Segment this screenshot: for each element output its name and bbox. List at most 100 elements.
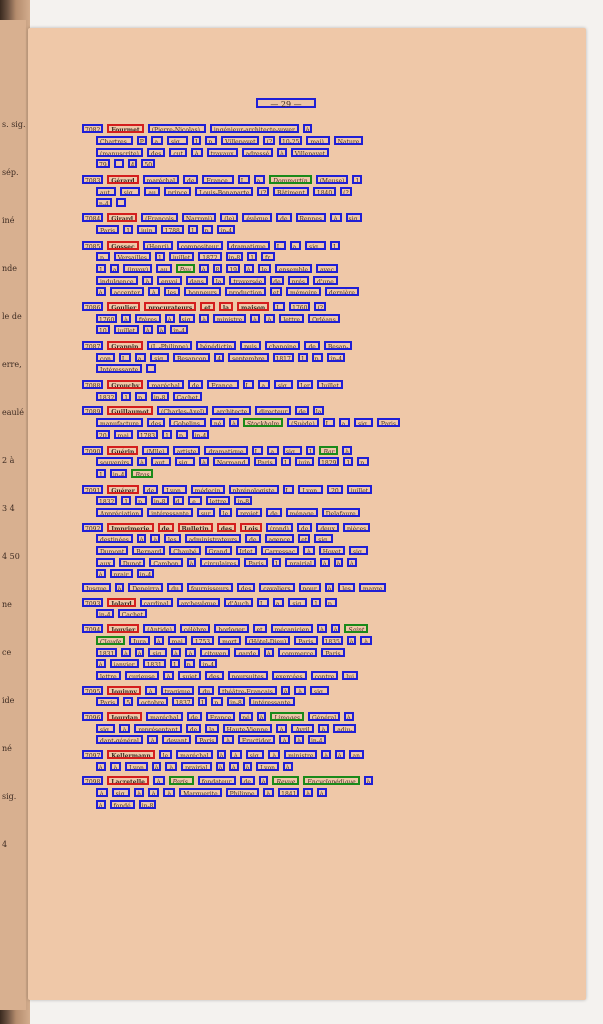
number-box: à xyxy=(242,761,253,771)
word-box: Villepayet xyxy=(221,136,260,146)
facing-page-fragment: ce xyxy=(2,648,12,657)
number-box: 5 xyxy=(123,697,134,707)
number-box: 1 xyxy=(187,224,198,234)
word-box: septembre xyxy=(228,352,269,362)
number-box: à xyxy=(256,711,267,721)
entry-line: à prair in-4 xyxy=(82,568,488,580)
number-box: in-4 xyxy=(191,429,210,439)
number-box: 1 xyxy=(96,263,106,273)
word-box: (Henri) xyxy=(142,240,173,250)
word-box: Bâtiment xyxy=(273,186,309,196)
word-box: mort xyxy=(218,635,241,645)
word-box: cavaliers xyxy=(259,583,295,593)
number-box: à xyxy=(96,761,106,771)
word-box: Fructidor xyxy=(237,735,275,745)
number-box: 7094 xyxy=(82,624,104,634)
word-box: archevêque xyxy=(176,597,221,607)
word-box: indulgence xyxy=(96,275,138,285)
entry-line: aux Dupot Cambon à circulaires Paris 1 prairial… xyxy=(82,556,488,568)
word-box: aux xyxy=(96,557,115,567)
number-box: 1 xyxy=(352,175,363,185)
number-box: à xyxy=(134,788,144,798)
word-box: Appréciation xyxy=(96,507,144,517)
number-box: P. xyxy=(136,136,148,146)
entry-name-box: Guérer xyxy=(107,484,139,494)
number-box: 1 xyxy=(169,659,180,669)
place-name-box: Encyclopédique xyxy=(303,776,360,786)
word-box: à xyxy=(268,750,281,760)
entry-line: 7094 Jouvier (Antide) célèbre horloger et méca… xyxy=(82,623,488,635)
facing-page-fragment: nde xyxy=(2,264,18,273)
word-box: maréchal xyxy=(146,711,183,721)
word-box: Jusque xyxy=(82,583,111,593)
number-box: de xyxy=(295,406,309,416)
number-box: in-4 xyxy=(199,659,218,669)
word-box: sig., xyxy=(166,136,188,146)
number-box: a. xyxy=(267,445,279,455)
number-box: à xyxy=(264,647,274,657)
word-box: ensemble xyxy=(275,263,313,273)
entry-name-box: Lois xyxy=(240,522,263,532)
word-box: 1788 xyxy=(160,224,184,234)
number-box: la xyxy=(312,406,325,416)
word-box: avec xyxy=(316,263,338,273)
word-box: dramatique xyxy=(204,445,248,455)
entry-line: 1760 à frères à sig. à ministre à à lettre Orléans xyxy=(82,312,488,324)
word-box: artiste xyxy=(172,445,201,455)
entry-name-box: la xyxy=(218,301,233,311)
word-box: sig., xyxy=(174,457,196,467)
facing-page-fragment: eaulé xyxy=(2,408,24,417)
place-name-box: Saint xyxy=(344,624,369,634)
number-box: in-4 xyxy=(136,569,155,579)
word-box: (Meuse) xyxy=(315,175,349,185)
entry-line: Paris 1 juin 1788 1 p. in-4 xyxy=(82,224,488,236)
number-box: à xyxy=(186,557,197,567)
number-box: à xyxy=(277,147,287,157)
word-box: cut xyxy=(169,147,187,157)
word-box: Général xyxy=(307,711,341,721)
entry-name-box: Guérin xyxy=(107,445,139,455)
word-box xyxy=(146,364,157,374)
word-box: sig. xyxy=(348,546,368,556)
number-box: n-4 xyxy=(96,198,112,208)
number-box: a. xyxy=(258,380,270,390)
catalogue-entries: 7082 Fourmet (Pierre-Nicolas), ingénieur-ar… xyxy=(82,120,488,810)
catalogue-entry: 7097 Kellermann le maréchal à à sig. à ministre à… xyxy=(82,749,488,772)
facing-page-fragment: iné xyxy=(2,216,15,225)
word-box: fondateur xyxy=(197,776,236,786)
word-box: (le) xyxy=(220,213,239,223)
entry-line: à sig. à à à Marguerite Philippe à 1841 à à xyxy=(82,787,488,799)
entry-line: destinées à à les administrateurs de agence et s… xyxy=(82,533,488,545)
number-box: in-8 xyxy=(138,799,157,809)
word-box: à xyxy=(278,735,291,745)
word-box: adressé xyxy=(241,147,274,157)
word-box: e. xyxy=(188,496,202,506)
word-box: juillet xyxy=(168,252,195,262)
entry-name-box: Kellermann xyxy=(107,750,155,760)
word-box: lettre xyxy=(96,670,121,680)
entry-name-box: Guillaumot xyxy=(107,406,153,416)
word-box: des xyxy=(146,418,166,428)
word-box: prés xyxy=(287,275,309,285)
number-box: à xyxy=(243,263,254,273)
number-box: 1er xyxy=(296,380,313,390)
entry-line: 7083 Gérard maréchal de France. L. a. Dommartin… xyxy=(82,174,488,186)
word-box: 1831 xyxy=(142,659,166,669)
word-box: Philippe xyxy=(225,788,259,798)
word-box: mémoire xyxy=(286,287,321,297)
facing-page-fragment: 4 50 xyxy=(2,552,20,561)
number-box: 7097 xyxy=(82,750,104,760)
word-box: intéressante xyxy=(248,697,295,707)
number-box: à xyxy=(96,659,106,669)
number-box: 1 xyxy=(96,468,106,478)
number-box: L. xyxy=(242,380,255,390)
word-box: ministre xyxy=(284,750,318,760)
number-box: L. xyxy=(256,597,269,607)
word-box: mai). xyxy=(306,136,330,146)
word-box: devant xyxy=(162,735,192,745)
facing-page-edge: s. sig., sép. iné nde le de erre, eaulé 2 à 3 4 4… xyxy=(0,20,26,1010)
number-box: 1 xyxy=(297,352,308,362)
word-box: an xyxy=(348,750,364,760)
number-box: 1 xyxy=(311,597,321,607)
word-box: Carressac xyxy=(260,546,300,556)
